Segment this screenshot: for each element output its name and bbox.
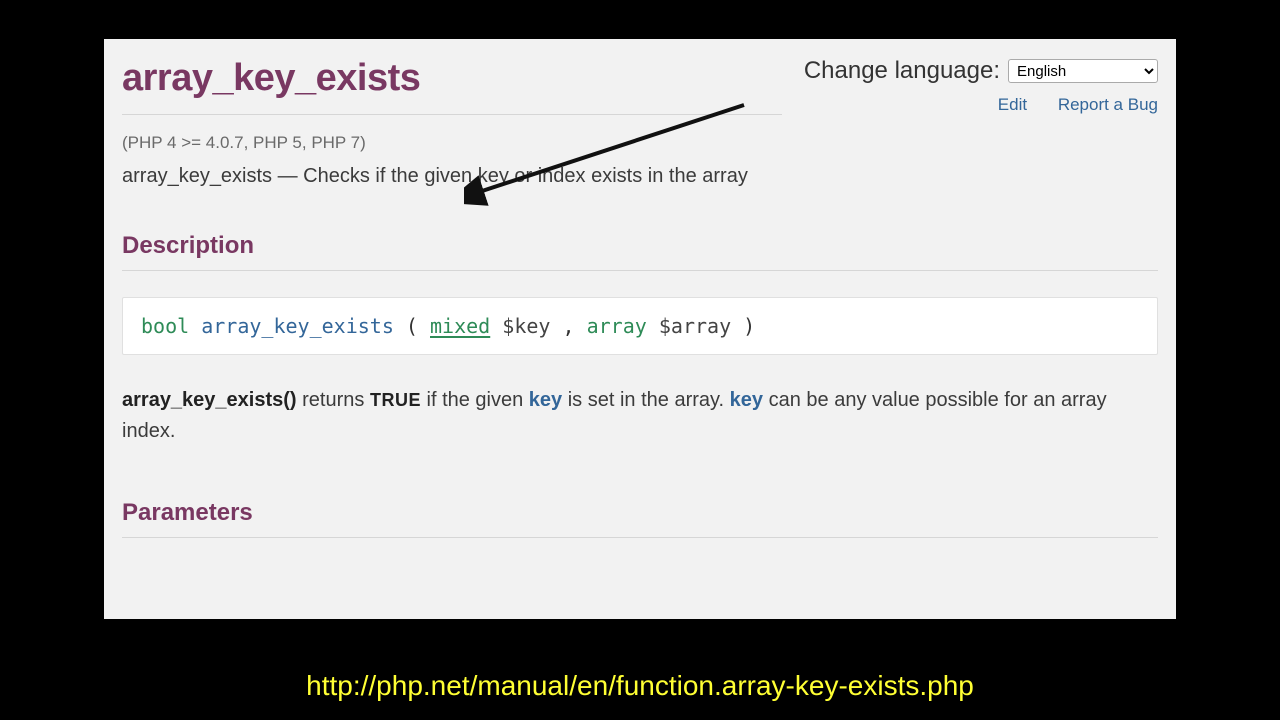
syn-p2-var: $array: [659, 314, 731, 338]
description-paragraph: array_key_exists() returns TRUE if the g…: [122, 385, 1158, 447]
version-info: (PHP 4 >= 4.0.7, PHP 5, PHP 7): [122, 133, 1158, 153]
desc-kw-key-2: key: [730, 389, 763, 411]
action-links: Edit Report a Bug: [804, 95, 1158, 115]
desc-kw-key-1: key: [529, 389, 562, 411]
desc-fn-ref: array_key_exists(): [122, 389, 297, 411]
language-label: Change language:: [804, 57, 1000, 85]
title-wrap: array_key_exists: [122, 57, 782, 115]
syn-paren-open: (: [406, 314, 430, 338]
syn-return-type: bool: [141, 314, 189, 338]
syn-p1-var: $key: [502, 314, 550, 338]
report-bug-link[interactable]: Report a Bug: [1058, 95, 1158, 114]
desc-t2: if the given: [421, 389, 529, 411]
language-select[interactable]: English: [1008, 59, 1158, 83]
desc-const-true: TRUE: [370, 390, 421, 410]
section-description-heading: Description: [122, 232, 1158, 271]
function-synopsis: bool array_key_exists ( mixed $key , arr…: [122, 297, 1158, 355]
syn-p1-type: mixed: [430, 314, 490, 338]
function-summary: array_key_exists — Checks if the given k…: [122, 165, 1158, 188]
desc-t3: is set in the array.: [562, 389, 729, 411]
function-title: array_key_exists: [122, 57, 782, 114]
edit-link[interactable]: Edit: [998, 95, 1027, 114]
syn-paren-close: ): [743, 314, 755, 338]
syn-function-name: array_key_exists: [201, 314, 394, 338]
doc-page: array_key_exists Change language: Englis…: [104, 39, 1176, 619]
header-row: array_key_exists Change language: Englis…: [122, 57, 1158, 129]
language-box: Change language: English Edit Report a B…: [804, 57, 1158, 115]
syn-p2-type: array: [587, 314, 647, 338]
slide-caption-url: http://php.net/manual/en/function.array-…: [0, 670, 1280, 702]
desc-t1: returns: [297, 389, 370, 411]
section-parameters-heading: Parameters: [122, 499, 1158, 538]
syn-comma: ,: [563, 314, 587, 338]
